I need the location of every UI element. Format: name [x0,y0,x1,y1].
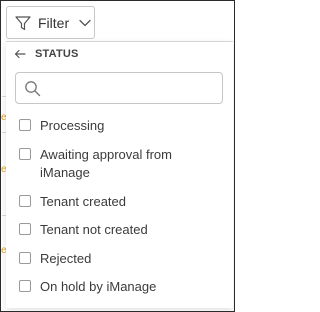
search-input[interactable] [15,72,223,104]
option-label: Tenant not created [40,222,148,237]
filter-button[interactable]: Filter [6,6,95,39]
back-arrow-icon[interactable] [14,48,26,60]
filter-button-label: Filter [38,14,70,31]
status-option-tenant-not-created[interactable]: Tenant not created [19,221,205,239]
panel-header: STATUS [14,47,79,61]
filter-dropdown-panel: STATUS Processing Awaiting approval from… [6,41,233,308]
option-label: On hold by iManage [40,279,157,294]
panel-title: STATUS [35,48,79,60]
checkbox[interactable] [19,252,31,264]
status-option-on-hold[interactable]: On hold by iManage [19,278,205,296]
checkbox[interactable] [19,148,31,160]
search-icon [25,81,41,97]
checkbox[interactable] [19,223,31,235]
funnel-icon [15,15,31,30]
status-option-rejected[interactable]: Rejected [19,250,205,268]
status-option-processing[interactable]: Processing [19,117,205,135]
option-label: Tenant created [40,194,127,209]
window-frame: e e e Filter STATUS Processing Awaiting … [0,0,235,312]
option-label: Awaiting approval from iManage [40,147,172,180]
checkbox[interactable] [19,280,31,292]
chevron-down-icon [79,19,91,26]
checkbox[interactable] [19,119,31,131]
checkbox[interactable] [19,195,31,207]
option-label: Rejected [40,251,92,266]
status-option-awaiting-approval[interactable]: Awaiting approval from iManage [19,146,205,182]
option-label: Processing [40,118,105,133]
status-option-tenant-created[interactable]: Tenant created [19,193,205,211]
